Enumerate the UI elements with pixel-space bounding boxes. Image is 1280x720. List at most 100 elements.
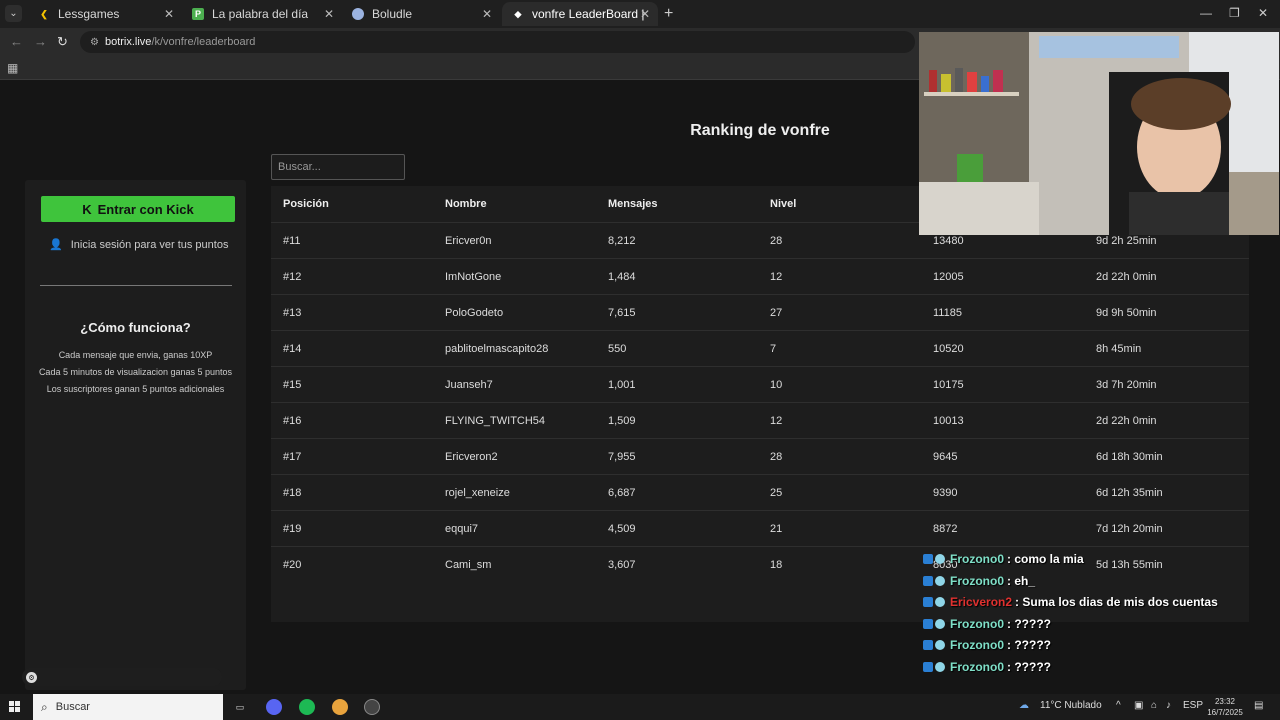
cell-level: 25	[770, 486, 783, 499]
close-window-icon[interactable]: ✕	[1258, 6, 1268, 20]
reload-icon[interactable]: ↻	[57, 34, 68, 50]
cell-points: 10013	[933, 414, 964, 427]
cell-watchtime: 8h 45min	[1096, 342, 1142, 355]
tab-lessgames[interactable]: ❮ Lessgames ✕	[28, 2, 182, 26]
cell-level: 7	[770, 342, 777, 355]
table-row: #16 FLYING_TWITCH54 1,509 12 10013 2d 22h 0mi…	[271, 402, 1249, 438]
notifications-icon[interactable]: ▤	[1254, 700, 1263, 711]
header-level: Nivel	[770, 198, 797, 210]
table-row: #14 pablitoelmascapito28 550 7 10520 8h 45min	[271, 330, 1249, 366]
chat-username: Frozono0	[950, 573, 1004, 588]
close-icon[interactable]: ✕	[640, 7, 650, 21]
chrome-icon[interactable]	[332, 699, 348, 715]
volume-icon[interactable]: ♪	[1166, 700, 1171, 711]
forward-icon[interactable]: →	[34, 34, 47, 49]
weather-text[interactable]: 11°C Nublado	[1040, 700, 1102, 711]
sidebar-panel: K Entrar con Kick 👤 Inicia sesión para v…	[25, 180, 246, 690]
search-input[interactable]	[271, 154, 405, 180]
settings-dot-icon[interactable]: ⚙	[26, 672, 37, 683]
tab-boludle[interactable]: Boludle ✕	[342, 2, 500, 26]
new-tab-icon[interactable]: +	[664, 5, 673, 23]
cell-position: #12	[283, 270, 302, 283]
webcam-scene	[919, 32, 1279, 235]
cell-messages: 6,687	[608, 486, 636, 499]
close-icon[interactable]: ✕	[482, 7, 492, 21]
task-view-icon[interactable]: ▭	[232, 699, 248, 715]
cell-position: #19	[283, 522, 302, 535]
close-icon[interactable]: ✕	[164, 7, 174, 21]
tab-leaderboard[interactable]: ◆ vonfre LeaderBoard | The best ✕	[502, 2, 658, 26]
back-icon[interactable]: ←	[10, 34, 23, 49]
restore-icon[interactable]: ❐	[1229, 6, 1240, 20]
taskbar-search[interactable]: ⌕ Buscar	[33, 694, 223, 720]
tab-palabra-del-dia[interactable]: P La palabra del día ✕	[182, 2, 342, 26]
cell-watchtime: 6d 18h 30min	[1096, 450, 1163, 463]
cell-level: 21	[770, 522, 783, 535]
cell-points: 13480	[933, 234, 964, 247]
windows-taskbar: ⌕ Buscar ▭ ☁ 11°C Nublado ^ ▣ ⌂ ♪ ESP 23…	[0, 694, 1280, 720]
clock[interactable]: 23:32 16/7/2025	[1204, 696, 1246, 718]
kick-login-button[interactable]: K Entrar con Kick	[41, 196, 235, 222]
cell-position: #14	[283, 342, 302, 355]
chat-text: : como la mia	[1007, 552, 1084, 566]
botrix-icon: ◆	[514, 8, 522, 19]
windows-start-icon[interactable]	[9, 701, 21, 713]
close-icon[interactable]: ✕	[324, 7, 334, 21]
url-path: /k/vonfre/leaderboard	[151, 36, 256, 48]
cell-messages: 1,509	[608, 414, 636, 427]
cell-watchtime: 3d 7h 20min	[1096, 378, 1157, 391]
how-line: Cada 5 minutos de visualizacion ganas 5 …	[38, 367, 233, 377]
cell-name: ImNotGone	[445, 270, 502, 283]
tray-app-icon[interactable]: ▣	[1134, 700, 1143, 711]
cell-messages: 4,509	[608, 522, 636, 535]
obs-icon[interactable]	[364, 699, 380, 715]
badge-icon	[923, 661, 933, 672]
globe-icon	[352, 8, 364, 20]
cell-name: Cami_sm	[445, 558, 492, 571]
chat-message: Frozono0: eh_	[923, 572, 1035, 590]
cell-name: Juanseh7	[445, 378, 493, 391]
cell-points: 12005	[933, 270, 964, 283]
cell-watchtime: 6d 12h 35min	[1096, 486, 1163, 499]
login-hint-text: Inicia sesión para ver tus puntos	[70, 238, 229, 251]
how-line: Cada mensaje que envia, ganas 10XP	[58, 350, 213, 360]
spotify-icon[interactable]	[299, 699, 315, 715]
lessgames-icon: ❮	[40, 8, 48, 19]
header-name: Nombre	[445, 198, 487, 210]
url-input[interactable]: ⚙ botrix.live/k/vonfre/leaderboard	[80, 31, 915, 53]
cell-messages: 1,001	[608, 378, 636, 391]
leaderboard-table: Posición Nombre Mensajes Nivel #11 Ericve…	[271, 186, 1249, 622]
cell-name: Ericver0n	[445, 234, 492, 247]
tab-search-button[interactable]: ⌄	[5, 5, 22, 22]
table-row: #19 eqqui7 4,509 21 8872 7d 12h 20min	[271, 510, 1249, 546]
network-icon[interactable]: ⌂	[1151, 700, 1157, 711]
cell-position: #15	[283, 378, 302, 391]
tray-chevron-icon[interactable]: ^	[1116, 700, 1121, 711]
chat-message: Frozono0: ?????	[923, 658, 1051, 676]
badge-icon	[935, 640, 945, 650]
cell-position: #17	[283, 450, 302, 463]
badge-icon	[923, 554, 933, 564]
tab-label: Lessgames	[58, 7, 120, 21]
cell-messages: 3,607	[608, 558, 636, 571]
badge-icon	[935, 618, 945, 629]
cell-messages: 550	[608, 342, 627, 355]
chat-text: : eh_	[1007, 573, 1036, 588]
badge-icon	[923, 575, 933, 586]
chat-username: Ericveron2	[950, 595, 1013, 609]
language-indicator[interactable]: ESP	[1183, 700, 1203, 711]
cell-level: 12	[770, 270, 783, 283]
url-host: botrix.live	[104, 36, 152, 48]
cell-name: pablitoelmascapito28	[445, 342, 549, 355]
table-row: #20 Cami_sm 3,607 18 8030 5d 13h 55min	[271, 546, 1249, 582]
apps-grid-icon[interactable]: ▦	[7, 61, 18, 75]
site-info-icon[interactable]: ⚙	[90, 37, 99, 48]
minimize-icon[interactable]: —	[1200, 6, 1212, 20]
table-row: #12 ImNotGone 1,484 12 12005 2d 22h 0min	[271, 258, 1249, 294]
discord-icon[interactable]	[266, 699, 282, 715]
palabra-icon: P	[192, 8, 204, 20]
taskbar-search-label: Buscar	[55, 701, 90, 713]
cell-messages: 7,615	[608, 306, 636, 319]
cell-level: 27	[770, 306, 783, 319]
cell-name: PoloGodeto	[445, 306, 504, 319]
